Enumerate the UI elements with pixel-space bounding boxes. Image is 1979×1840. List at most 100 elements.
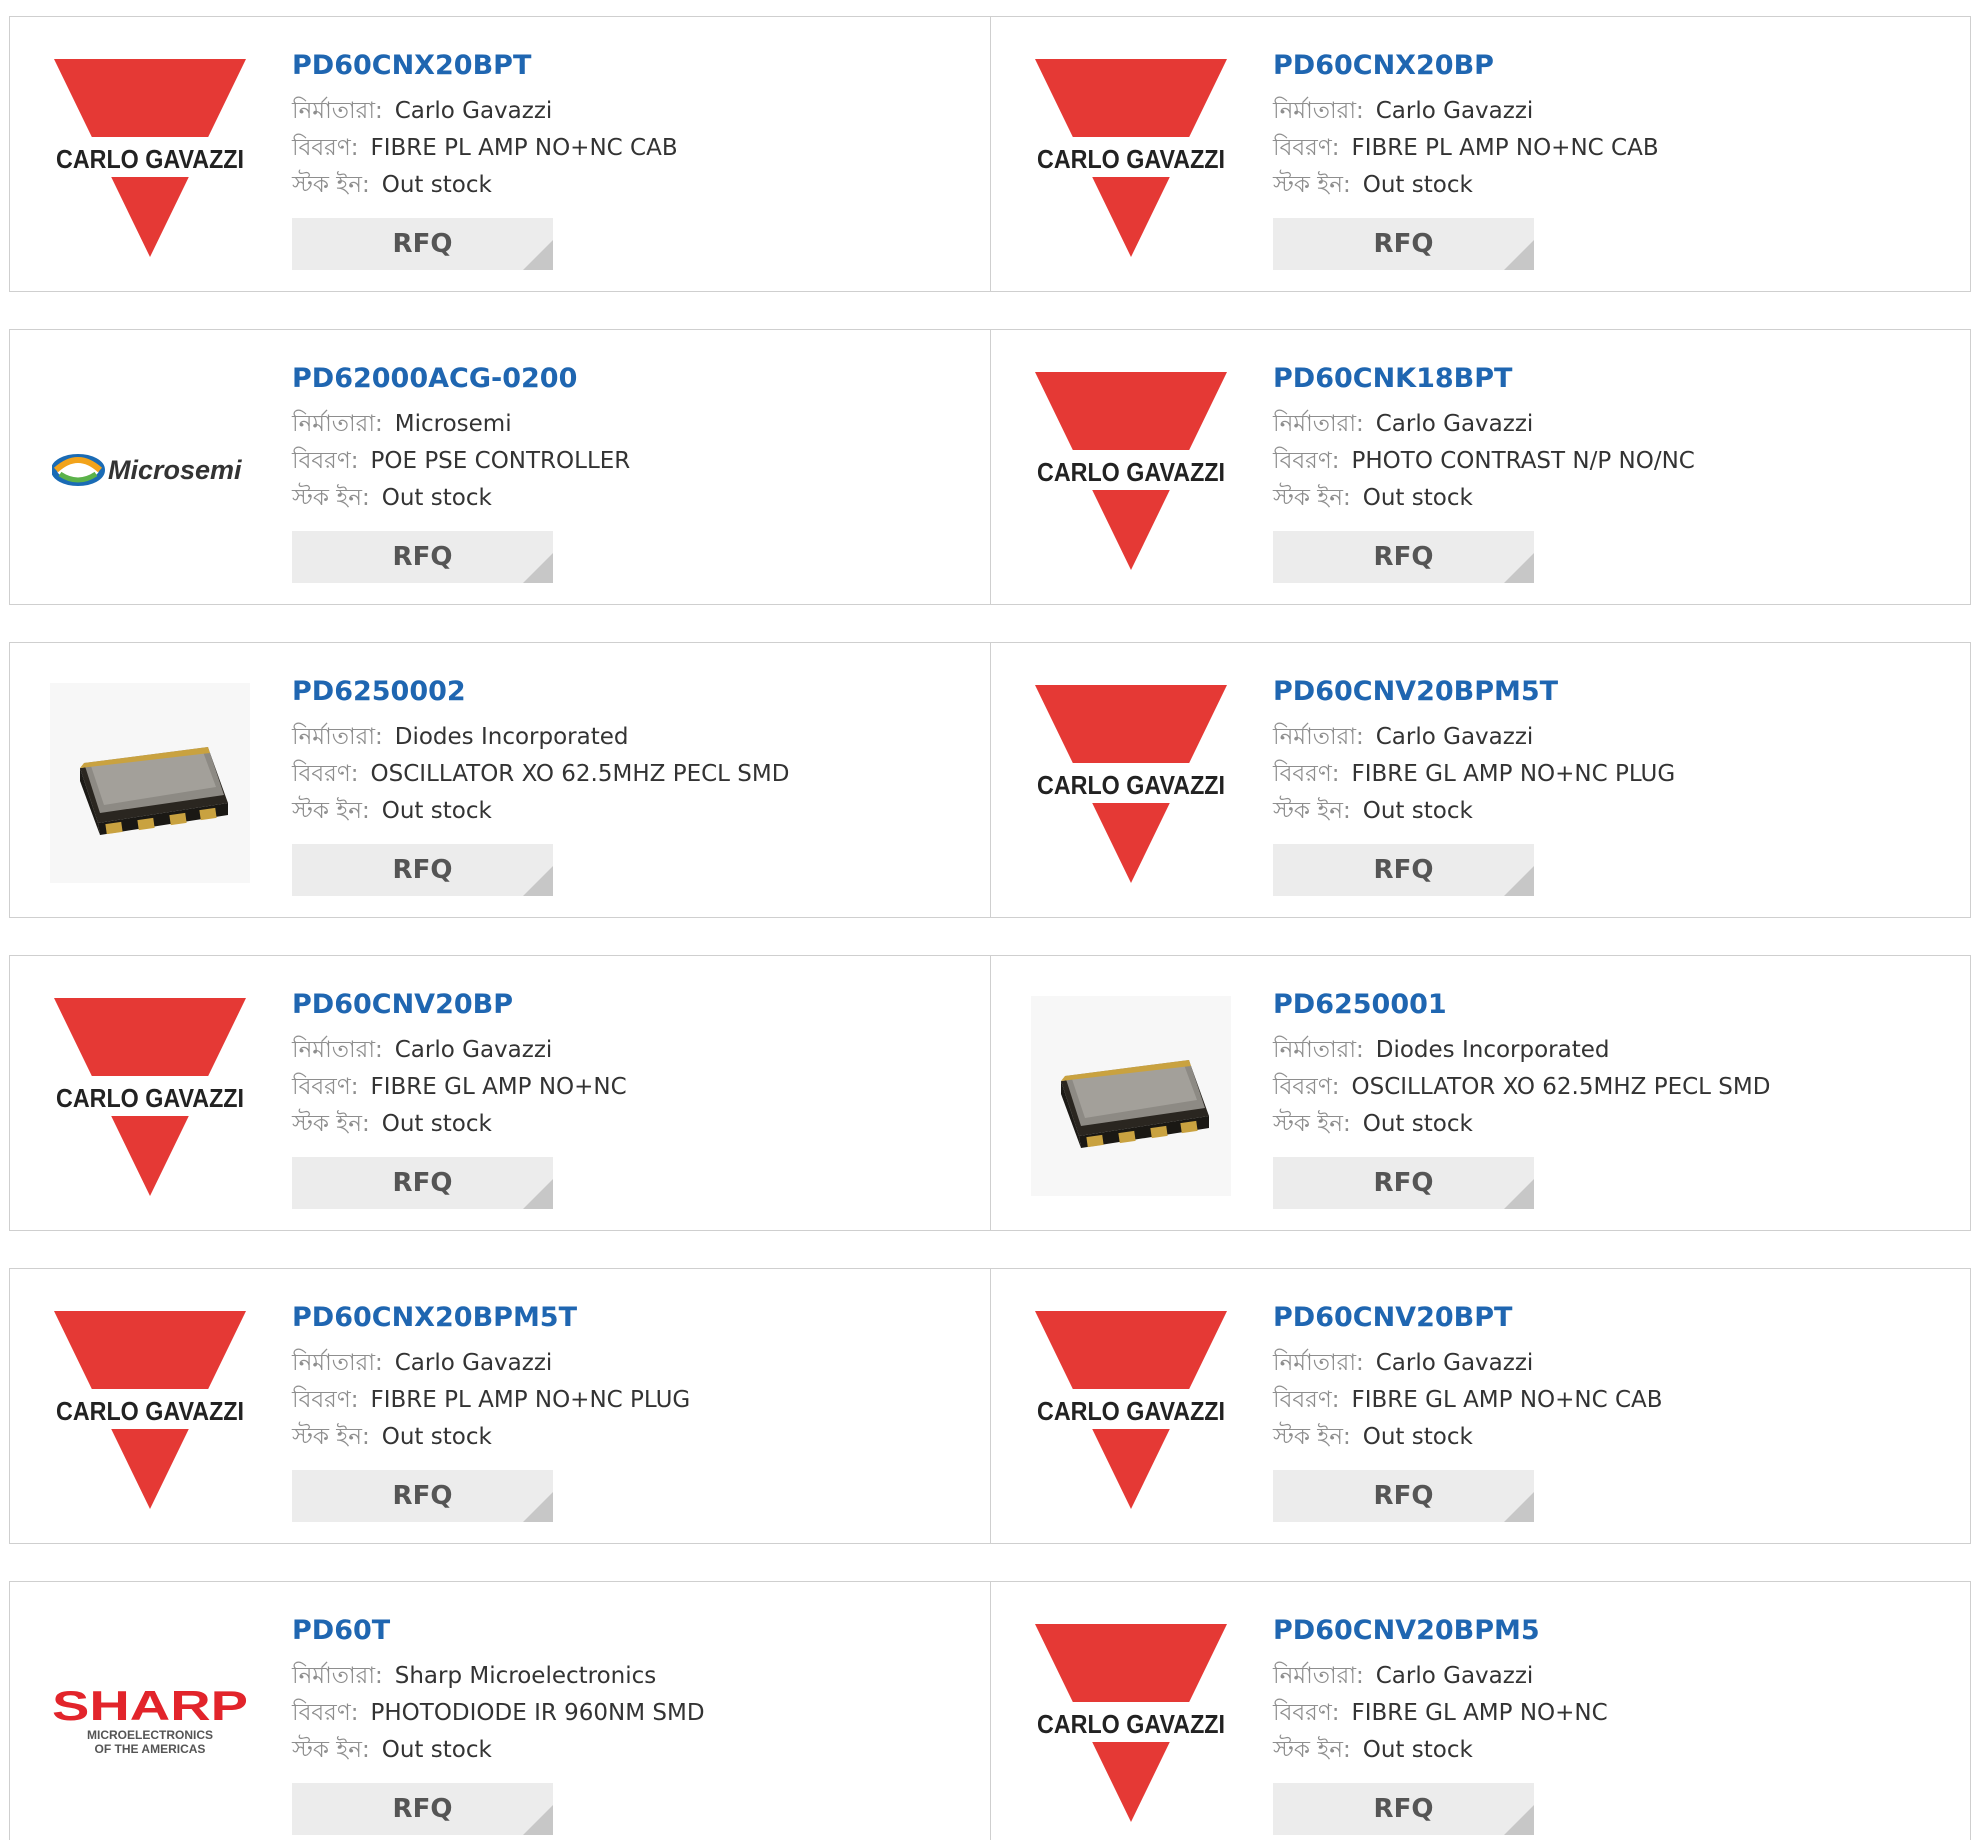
corner-triangle-icon (523, 553, 553, 583)
stock-value: Out stock (1362, 798, 1473, 824)
manufacturer-logo[interactable]: Microsemi (50, 370, 250, 570)
manufacturer-label: নির্মাতারা: (1273, 98, 1364, 124)
stock-label: স্টক ইন: (1273, 1111, 1351, 1137)
rfq-button[interactable]: RFQ (1273, 218, 1534, 270)
manufacturer-logo[interactable] (50, 683, 250, 883)
description-value: POE PSE CONTROLLER (370, 448, 631, 474)
carlo-gavazzi-logo-icon: CARLO GAVAZZI (1035, 1311, 1227, 1509)
product-card: CARLO GAVAZZI PD60CNV20BPM5 নির্মাতারা: Car… (990, 1582, 1970, 1840)
stock-value: Out stock (1362, 172, 1473, 198)
part-number-link[interactable]: PD60CNV20BPT (1273, 1299, 1663, 1337)
oscillator-chip-image (1031, 996, 1231, 1196)
manufacturer-label: নির্মাতারা: (292, 98, 383, 124)
manufacturer-logo[interactable]: CARLO GAVAZZI (1031, 370, 1231, 570)
part-number-link[interactable]: PD60CNV20BPM5T (1273, 673, 1675, 711)
product-info: PD60CNV20BPM5 নির্মাতারা: Carlo Gavazzi বিব… (1273, 1612, 1608, 1769)
manufacturer-line: নির্মাতারা: Carlo Gavazzi (1273, 93, 1659, 130)
stock-label: স্টক ইন: (292, 1111, 370, 1137)
rfq-button[interactable]: RFQ (292, 1157, 553, 1209)
product-card: PD6250002 নির্মাতারা: Diodes Incorporated ব… (10, 643, 990, 917)
part-number-link[interactable]: PD62000ACG-0200 (292, 360, 630, 398)
manufacturer-logo[interactable]: CARLO GAVAZZI (1031, 683, 1231, 883)
manufacturer-logo[interactable]: CARLO GAVAZZI (1031, 1622, 1231, 1822)
carlo-gavazzi-logo-icon: CARLO GAVAZZI (54, 59, 246, 257)
rfq-label: RFQ (392, 1794, 453, 1824)
part-number-link[interactable]: PD6250002 (292, 673, 789, 711)
stock-value: Out stock (381, 1737, 492, 1763)
rfq-button[interactable]: RFQ (1273, 531, 1534, 583)
rfq-button[interactable]: RFQ (292, 218, 553, 270)
manufacturer-logo[interactable]: CARLO GAVAZZI (1031, 57, 1231, 257)
rfq-button[interactable]: RFQ (292, 531, 553, 583)
manufacturer-logo[interactable]: CARLO GAVAZZI (50, 57, 250, 257)
manufacturer-line: নির্মাতারা: Carlo Gavazzi (1273, 719, 1675, 756)
part-number-link[interactable]: PD60T (292, 1612, 705, 1650)
carlo-gavazzi-logo-icon: CARLO GAVAZZI (1035, 59, 1227, 257)
rfq-label: RFQ (1373, 1168, 1434, 1198)
product-info: PD60T নির্মাতারা: Sharp Microelectronics বি… (292, 1612, 705, 1769)
description-label: বিবরণ: (292, 1387, 359, 1413)
description-label: বিবরণ: (292, 761, 359, 787)
manufacturer-line: নির্মাতারা: Carlo Gavazzi (1273, 1345, 1663, 1382)
manufacturer-logo[interactable]: SHARP MICROELECTRONICS OF THE AMERICAS (50, 1622, 250, 1822)
product-card: Microsemi PD62000ACG-0200 নির্মাতারা: Micro… (10, 330, 990, 604)
corner-triangle-icon (1504, 1492, 1534, 1522)
manufacturer-line: নির্মাতারা: Diodes Incorporated (292, 719, 789, 756)
sharp-logo-sub2: OF THE AMERICAS (95, 1742, 206, 1756)
manufacturer-label: নির্মাতারা: (292, 1350, 383, 1376)
description-value: PHOTO CONTRAST N/P NO/NC (1351, 448, 1695, 474)
stock-line: স্টক ইন: Out stock (292, 1419, 690, 1456)
manufacturer-logo[interactable]: CARLO GAVAZZI (1031, 1309, 1231, 1509)
product-grid: CARLO GAVAZZI PD60CNX20BPT নির্মাতারা: Carl… (0, 0, 1979, 1840)
manufacturer-value: Carlo Gavazzi (1375, 411, 1534, 437)
description-line: বিবরণ: POE PSE CONTROLLER (292, 443, 630, 480)
stock-line: স্টক ইন: Out stock (1273, 167, 1659, 204)
part-number-link[interactable]: PD6250001 (1273, 986, 1770, 1024)
part-number-link[interactable]: PD60CNK18BPT (1273, 360, 1695, 398)
part-number-link[interactable]: PD60CNX20BP (1273, 47, 1659, 85)
rfq-button[interactable]: RFQ (292, 1783, 553, 1835)
rfq-label: RFQ (392, 542, 453, 572)
stock-line: স্টক ইন: Out stock (292, 1106, 627, 1143)
manufacturer-label: নির্মাতারা: (292, 724, 383, 750)
part-number-link[interactable]: PD60CNX20BPT (292, 47, 678, 85)
part-number-link[interactable]: PD60CNX20BPM5T (292, 1299, 690, 1337)
stock-line: স্টক ইন: Out stock (1273, 793, 1675, 830)
manufacturer-line: নির্মাতারা: Sharp Microelectronics (292, 1658, 705, 1695)
corner-triangle-icon (523, 1492, 553, 1522)
description-label: বিবরণ: (1273, 1387, 1340, 1413)
rfq-button[interactable]: RFQ (1273, 1783, 1534, 1835)
manufacturer-value: Carlo Gavazzi (1375, 1350, 1534, 1376)
part-number-link[interactable]: PD60CNV20BP (292, 986, 627, 1024)
manufacturer-logo[interactable]: CARLO GAVAZZI (50, 996, 250, 1196)
product-row: CARLO GAVAZZI PD60CNX20BPT নির্মাতারা: Carl… (9, 16, 1971, 292)
description-label: বিবরণ: (292, 1700, 359, 1726)
rfq-label: RFQ (392, 855, 453, 885)
manufacturer-line: নির্মাতারা: Carlo Gavazzi (292, 1345, 690, 1382)
description-line: বিবরণ: FIBRE GL AMP NO+NC CAB (1273, 1382, 1663, 1419)
corner-triangle-icon (1504, 1805, 1534, 1835)
description-value: FIBRE GL AMP NO+NC (1351, 1700, 1608, 1726)
carlo-gavazzi-logo-icon: CARLO GAVAZZI (1035, 372, 1227, 570)
stock-line: স্টক ইন: Out stock (1273, 480, 1695, 517)
rfq-button[interactable]: RFQ (292, 844, 553, 896)
manufacturer-value: Carlo Gavazzi (1375, 98, 1534, 124)
stock-value: Out stock (1362, 1737, 1473, 1763)
carlo-gavazzi-logo-icon: CARLO GAVAZZI (54, 998, 246, 1196)
rfq-button[interactable]: RFQ (1273, 1157, 1534, 1209)
product-row: CARLO GAVAZZI PD60CNV20BP নির্মাতারা: Carlo… (9, 955, 1971, 1231)
manufacturer-value: Diodes Incorporated (394, 724, 629, 750)
product-info: PD6250001 নির্মাতারা: Diodes Incorporated ব… (1273, 986, 1770, 1143)
stock-value: Out stock (381, 1111, 492, 1137)
rfq-label: RFQ (1373, 229, 1434, 259)
oscillator-chip-image (50, 683, 250, 883)
stock-line: স্টক ইন: Out stock (1273, 1419, 1663, 1456)
part-number-link[interactable]: PD60CNV20BPM5 (1273, 1612, 1608, 1650)
description-line: বিবরণ: FIBRE PL AMP NO+NC PLUG (292, 1382, 690, 1419)
manufacturer-logo[interactable] (1031, 996, 1231, 1196)
manufacturer-logo[interactable]: CARLO GAVAZZI (50, 1309, 250, 1509)
rfq-button[interactable]: RFQ (1273, 1470, 1534, 1522)
rfq-button[interactable]: RFQ (292, 1470, 553, 1522)
description-line: বিবরণ: FIBRE GL AMP NO+NC (292, 1069, 627, 1106)
rfq-button[interactable]: RFQ (1273, 844, 1534, 896)
